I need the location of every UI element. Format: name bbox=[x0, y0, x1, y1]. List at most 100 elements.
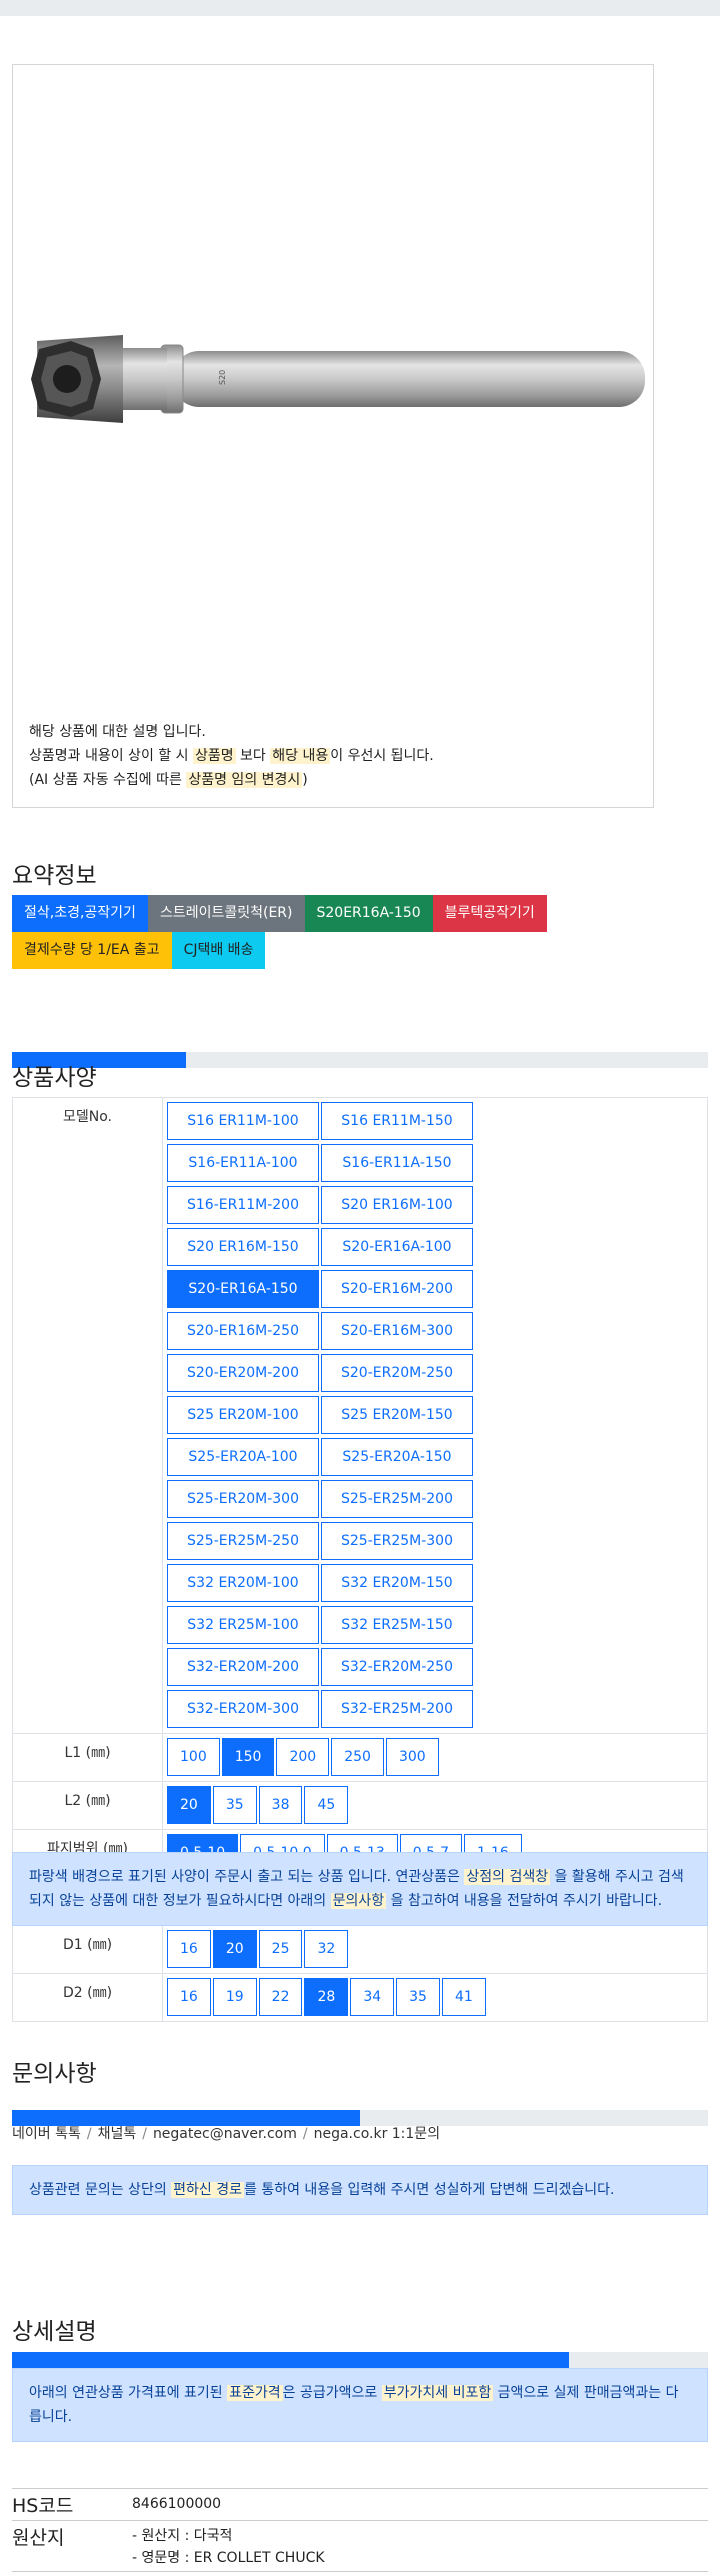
spec-option-button[interactable]: S32-ER20M-200 bbox=[167, 1648, 319, 1686]
spec-option-button[interactable]: 150 bbox=[221, 1738, 275, 1776]
hs-code-value: 8466100000 bbox=[132, 2496, 222, 2512]
spec-option-button[interactable]: S16-ER11M-200 bbox=[167, 1186, 319, 1224]
spec-option-button[interactable]: 200 bbox=[276, 1738, 330, 1776]
spec-option-button[interactable]: 32 bbox=[304, 1930, 349, 1968]
spec-option-button[interactable]: S25-ER25M-250 bbox=[167, 1522, 319, 1560]
spec-label: L2 (㎜) bbox=[12, 1781, 163, 1830]
spec-notice: 파랑색 배경으로 표기된 사양이 주문시 출고 되는 상품 입니다. 연관상품은… bbox=[12, 1852, 708, 1926]
spec-option-button[interactable]: 35 bbox=[212, 1786, 257, 1824]
spec-option-button[interactable]: S32 ER25M-100 bbox=[167, 1606, 319, 1644]
desc-line-2: 상품명과 내용이 상이 할 시 상품명 보다 해당 내용 이 우선시 됩니다. bbox=[29, 744, 434, 768]
summary-chips: 절삭,초경,공작기기 스트레이트콜릿척(ER) S20ER16A-150 블루텍공작기… bbox=[12, 895, 662, 969]
spec-option-button[interactable]: S25-ER20A-100 bbox=[167, 1438, 319, 1476]
spec-label: D2 (㎜) bbox=[12, 1973, 163, 2022]
spec-option-button[interactable]: 35 bbox=[396, 1978, 440, 2016]
spec-option-button[interactable]: 300 bbox=[385, 1738, 439, 1776]
summary-chip: S20ER16A-150 bbox=[304, 895, 433, 932]
spec-option-button[interactable]: 28 bbox=[304, 1978, 349, 2016]
spec-option-button[interactable]: S16-ER11A-100 bbox=[167, 1144, 319, 1182]
spec-option-button[interactable]: S25-ER20A-150 bbox=[321, 1438, 473, 1476]
spec-option-button[interactable]: S20 ER16M-150 bbox=[167, 1228, 319, 1266]
inquiry-title: 문의사항 bbox=[12, 2061, 97, 2087]
hs-code-label: HS코드 bbox=[12, 2495, 74, 2517]
option-group: 16 20 25 32 bbox=[167, 1930, 627, 1972]
spec-option-button[interactable]: S32 ER20M-150 bbox=[321, 1564, 473, 1602]
notice-text: 아래의 연관상품 가격표에 표기된 bbox=[29, 2385, 228, 2401]
inquiry-link[interactable]: negatec@naver.com bbox=[153, 2126, 297, 2142]
spec-option-button[interactable]: S25-ER25M-300 bbox=[321, 1522, 473, 1560]
spec-option-button[interactable]: S32 ER25M-150 bbox=[321, 1606, 473, 1644]
spec-option-button[interactable]: 19 bbox=[212, 1978, 257, 2016]
highlight-store-search: 상점의 검색창 bbox=[464, 1869, 551, 1885]
top-bar bbox=[0, 0, 720, 16]
highlight-name-change: 상품명 임의 변경시 bbox=[186, 772, 303, 788]
notice-text: 를 통하여 내용을 입력해 주시면 성실하게 답변해 드리겠습니다. bbox=[244, 2182, 615, 2198]
inquiry-link[interactable]: nega.co.kr 1:1문의 bbox=[314, 2126, 440, 2142]
inquiry-notice: 상품관련 문의는 상단의 편하신 경로 를 통하여 내용을 입력해 주시면 성실하… bbox=[12, 2165, 708, 2215]
spec-option-button[interactable]: S25 ER20M-150 bbox=[321, 1396, 473, 1434]
spec-options: 16 20 25 32 bbox=[162, 1925, 708, 1974]
spec-option-button[interactable]: S20-ER16M-200 bbox=[321, 1270, 473, 1308]
spec-row: D1 (㎜) 16 20 25 32 bbox=[12, 1925, 708, 1974]
spec-option-button[interactable]: S20-ER16M-300 bbox=[321, 1312, 473, 1350]
summary-chip: 블루텍공작기기 bbox=[432, 895, 547, 932]
spec-option-button[interactable]: S32-ER25M-200 bbox=[321, 1690, 473, 1728]
spec-option-button[interactable]: 34 bbox=[350, 1978, 395, 2016]
spec-option-button[interactable]: S32-ER20M-300 bbox=[167, 1690, 319, 1728]
origin-english-name: - 영문명 : ER COLLET CHUCK bbox=[132, 2550, 325, 2566]
spec-option-button[interactable]: S20-ER20M-250 bbox=[321, 1354, 473, 1392]
summary-chip: 결제수량 당 1/EA 출고 bbox=[12, 932, 172, 969]
spec-label: 모델No. bbox=[12, 1097, 163, 1734]
spec-options: 20 35 38 45 bbox=[162, 1781, 708, 1830]
spec-option-button[interactable]: 100 bbox=[167, 1738, 220, 1776]
spec-option-button[interactable]: 16 bbox=[167, 1978, 211, 2016]
spec-option-button[interactable]: S25-ER20M-300 bbox=[167, 1480, 319, 1518]
inquiry-links: 네이버 톡톡 / 채널톡 / negatec@naver.com / nega.co.kr … bbox=[12, 2123, 440, 2143]
inquiry-link[interactable]: 채널톡 bbox=[98, 2126, 137, 2142]
hs-code-row: HS코드 8466100000 bbox=[12, 2489, 708, 2521]
option-group: S16 ER11M-100 S16 ER11M-150 S16-ER11A-100 S… bbox=[167, 1102, 627, 1732]
spec-option-button[interactable]: 16 bbox=[167, 1930, 211, 1968]
spec-option-button[interactable]: S20-ER20M-200 bbox=[167, 1354, 319, 1392]
spec-option-button[interactable]: 38 bbox=[258, 1786, 303, 1824]
spec-option-button[interactable]: 20 bbox=[167, 1786, 211, 1824]
link-separator: / bbox=[142, 2126, 147, 2142]
highlight-product-name: 상품명 bbox=[192, 748, 236, 764]
option-group: 16 19 22 28 34 35 41 bbox=[167, 1978, 627, 2020]
spec-option-button[interactable]: 250 bbox=[331, 1738, 384, 1776]
spec-option-button[interactable]: 22 bbox=[258, 1978, 303, 2016]
spec-option-button[interactable]: S20-ER16A-100 bbox=[321, 1228, 473, 1266]
desc-text: 상품명과 내용이 상이 할 시 bbox=[29, 748, 193, 764]
highlight-vat-excluded: 부가가치세 비포함 bbox=[381, 2385, 494, 2401]
option-group: 100 150 200 250 300 bbox=[167, 1738, 627, 1780]
summary-chip: 스트레이트콜릿척(ER) bbox=[147, 895, 305, 932]
summary-title: 요약정보 bbox=[12, 863, 97, 889]
desc-text: (AI 상품 자동 수집에 따른 bbox=[29, 772, 187, 788]
spec-option-button[interactable]: 45 bbox=[304, 1786, 349, 1824]
spec-row: D2 (㎜) 16 19 22 28 34 35 41 bbox=[12, 1973, 708, 2022]
detail-notice: 아래의 연관상품 가격표에 표기된 표준가격 은 공급가액으로 부가가치세 비포함… bbox=[12, 2368, 708, 2442]
spec-option-button[interactable]: 41 bbox=[441, 1978, 486, 2016]
spec-option-button[interactable]: S25-ER25M-200 bbox=[321, 1480, 473, 1518]
option-group: 20 35 38 45 bbox=[167, 1786, 627, 1828]
spec-progress-bar bbox=[12, 1052, 708, 1068]
spec-option-button[interactable]: S32-ER20M-250 bbox=[321, 1648, 473, 1686]
spec-option-button[interactable]: S16 ER11M-100 bbox=[167, 1102, 319, 1140]
spec-option-button[interactable]: S16 ER11M-150 bbox=[321, 1102, 473, 1140]
inquiry-link[interactable]: 네이버 톡톡 bbox=[12, 2126, 81, 2142]
spec-option-button[interactable]: S20-ER16M-250 bbox=[167, 1312, 319, 1350]
spec-option-button[interactable]: S20-ER16A-150 bbox=[167, 1270, 319, 1308]
highlight-inquiry: 문의사항 bbox=[330, 1893, 387, 1909]
spec-option-button[interactable]: 20 bbox=[212, 1930, 257, 1968]
desc-line-3: (AI 상품 자동 수집에 따른 상품명 임의 변경시) bbox=[29, 768, 434, 792]
product-image: S20 bbox=[31, 335, 645, 423]
spec-option-button[interactable]: S32 ER20M-100 bbox=[167, 1564, 319, 1602]
spec-option-button[interactable]: S25 ER20M-100 bbox=[167, 1396, 319, 1434]
spec-option-button[interactable]: S16-ER11A-150 bbox=[321, 1144, 473, 1182]
notice-text: 파랑색 배경으로 표기된 사양이 주문시 출고 되는 상품 입니다. 연관상품은 bbox=[29, 1869, 465, 1885]
spec-option-button[interactable]: 25 bbox=[258, 1930, 303, 1968]
notice-text: 상품관련 문의는 상단의 bbox=[29, 2182, 172, 2198]
spec-option-button[interactable]: S20 ER16M-100 bbox=[321, 1186, 473, 1224]
spec-options: 16 19 22 28 34 35 41 bbox=[162, 1973, 708, 2022]
spec-options: S16 ER11M-100 S16 ER11M-150 S16-ER11A-100 S… bbox=[162, 1097, 708, 1734]
